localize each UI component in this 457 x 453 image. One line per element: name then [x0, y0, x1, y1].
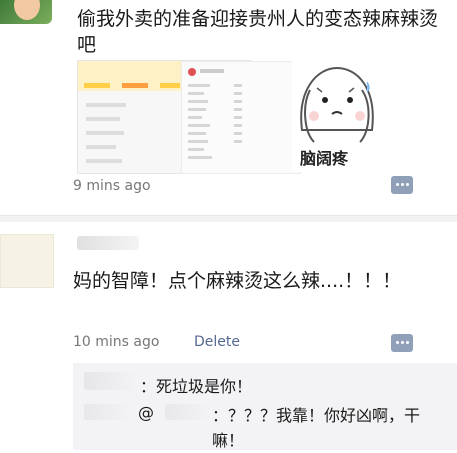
blurred-commenter [165, 404, 209, 420]
sticker-caption: 脑阔疼 [300, 149, 349, 168]
feed-divider [0, 215, 457, 222]
avatar[interactable] [0, 234, 54, 288]
post-text: 偷我外卖的准备迎接贵州人的变态辣麻辣烫吧 [77, 8, 439, 56]
blurred-commenter [84, 372, 136, 390]
post-text: 妈的智障！点个麻辣烫这么辣....！！！ [73, 270, 402, 292]
avatar[interactable] [0, 0, 52, 24]
timestamp: 10 mins ago [73, 334, 160, 350]
photo-order-list[interactable] [181, 61, 301, 174]
comment-icon[interactable] [391, 176, 413, 194]
comment-text[interactable]: ：？？？我靠！你好凶啊，干嘛！ [212, 403, 447, 453]
timestamp: 9 mins ago [73, 178, 151, 194]
comment-text[interactable]: ：死垃圾是你！ [140, 373, 252, 397]
blurred-username [77, 236, 139, 250]
reply-separator: @ [138, 403, 154, 422]
delete-link[interactable]: Delete [194, 334, 240, 350]
comment-icon[interactable] [391, 334, 413, 352]
blurred-commenter [84, 404, 132, 420]
